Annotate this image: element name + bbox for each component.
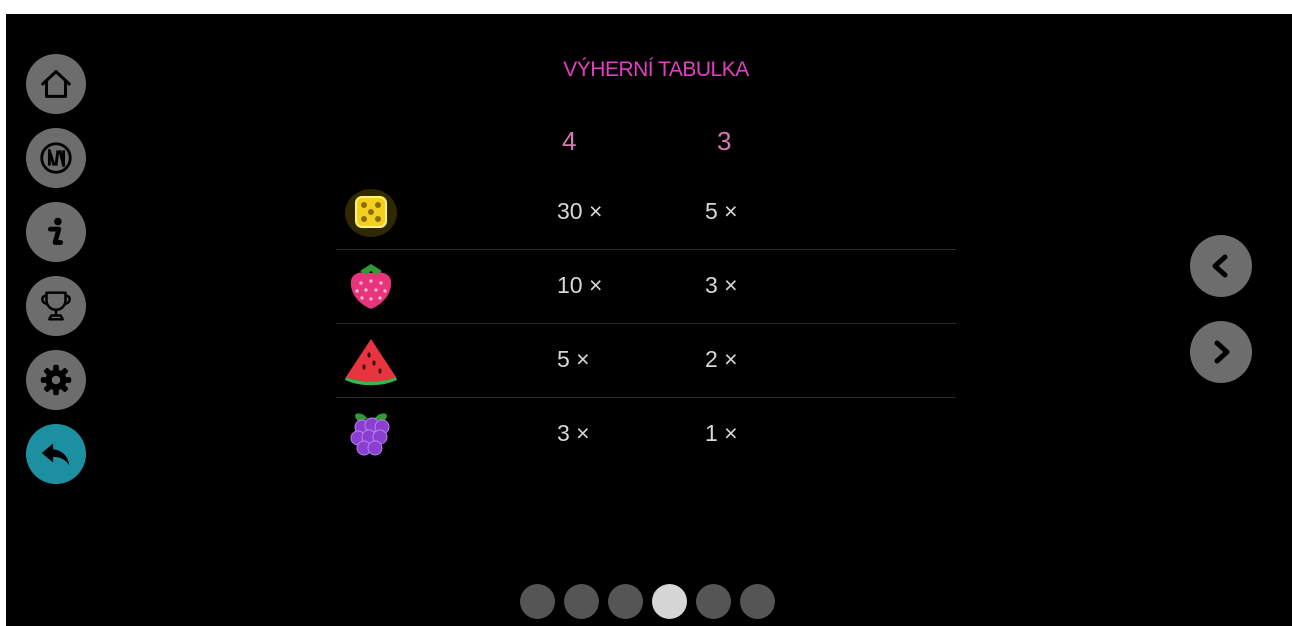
table-row: 30 × 5 × <box>336 176 956 250</box>
gear-icon <box>40 364 72 396</box>
page-dot-5[interactable] <box>696 584 731 619</box>
trophy-button[interactable] <box>26 276 86 336</box>
column-header-4: 4 <box>562 126 577 156</box>
side-menu <box>26 54 92 498</box>
payout-4-of-kind: 10 × <box>557 272 603 298</box>
table-row: 3 × 1 × <box>336 398 956 471</box>
settings-button[interactable] <box>26 350 86 410</box>
page-dot-2[interactable] <box>564 584 599 619</box>
table-row: 10 × 3 × <box>336 250 956 324</box>
page-indicator <box>520 584 775 619</box>
paytable: 4 3 30 × 5 × 10 × 3 × 5 × 2 × 3 × 1 × <box>336 114 956 471</box>
home-button[interactable] <box>26 54 86 114</box>
back-arrow-icon <box>41 443 70 466</box>
payout-4-of-kind: 3 × <box>557 420 590 446</box>
page-dot-1[interactable] <box>520 584 555 619</box>
game-logo-icon <box>40 142 72 174</box>
page-dot-4[interactable] <box>652 584 687 619</box>
trophy-icon <box>41 291 71 321</box>
watermelon-icon <box>342 333 400 387</box>
column-header-3: 3 <box>717 126 732 156</box>
game-logo-button[interactable] <box>26 128 86 188</box>
payout-4-of-kind: 5 × <box>557 346 590 372</box>
info-button[interactable] <box>26 202 86 262</box>
strawberry-icon <box>342 259 400 313</box>
next-page-button[interactable] <box>1190 321 1252 383</box>
info-icon <box>47 217 64 245</box>
paytable-screen: VÝHERNÍ TABULKA 4 3 30 × 5 × 10 × 3 × 5 … <box>6 14 1292 626</box>
gold-dice-icon <box>342 185 400 239</box>
paytable-title: VÝHERNÍ TABULKA <box>563 58 749 81</box>
payout-3-of-kind: 1 × <box>705 420 738 446</box>
page-dot-3[interactable] <box>608 584 643 619</box>
chevron-right-icon <box>1214 340 1230 364</box>
column-header-row: 4 3 <box>336 114 956 176</box>
payout-3-of-kind: 5 × <box>705 198 738 224</box>
previous-page-button[interactable] <box>1190 235 1252 297</box>
home-icon <box>41 70 71 98</box>
chevron-left-icon <box>1212 254 1228 278</box>
game-window: VÝHERNÍ TABULKA 4 3 30 × 5 × 10 × 3 × 5 … <box>0 0 1292 626</box>
payout-3-of-kind: 3 × <box>705 272 738 298</box>
blackberry-icon <box>342 407 400 461</box>
back-button[interactable] <box>26 424 86 484</box>
payout-4-of-kind: 30 × <box>557 198 603 224</box>
table-row: 5 × 2 × <box>336 324 956 398</box>
page-dot-6[interactable] <box>740 584 775 619</box>
payout-3-of-kind: 2 × <box>705 346 738 372</box>
